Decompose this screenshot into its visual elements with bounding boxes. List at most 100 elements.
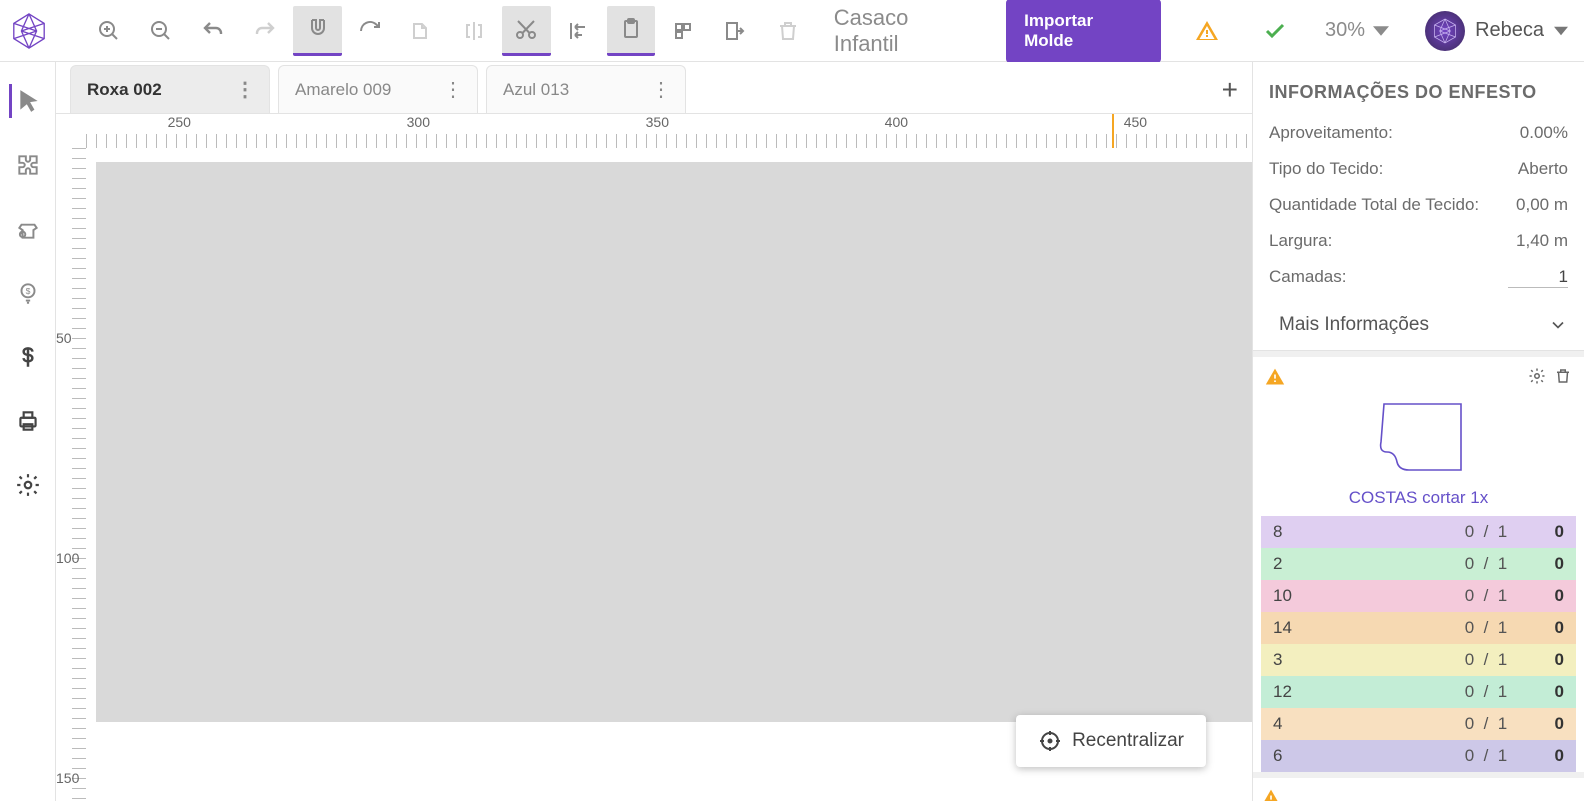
ruler-tick-label: 50	[56, 330, 72, 346]
info-label: Largura:	[1269, 231, 1332, 251]
size-table: 80 / 1020 / 10100 / 10140 / 1030 / 10120…	[1261, 516, 1576, 772]
canvas[interactable]: 250300350400450 50100150 Recentralizar	[56, 114, 1252, 801]
gear-icon[interactable]	[1528, 367, 1546, 390]
size-row[interactable]: 20 / 10	[1261, 548, 1576, 580]
select-tool-icon[interactable]	[9, 84, 43, 118]
add-tab-button[interactable]: +	[1222, 74, 1238, 106]
trash-icon[interactable]	[764, 6, 812, 56]
zoom-in-icon[interactable]	[84, 6, 132, 56]
more-info-label: Mais Informações	[1279, 314, 1429, 336]
size-count: 0	[1536, 740, 1576, 772]
info-panel: INFORMAÇÕES DO ENFESTO Aproveitamento: 0…	[1252, 62, 1584, 801]
target-icon	[1038, 729, 1062, 753]
warning-icon[interactable]	[1183, 6, 1231, 56]
size-progress: 0 / 1	[1436, 580, 1536, 612]
recenter-button[interactable]: Recentralizar	[1016, 715, 1206, 767]
piece-name: COSTAS cortar 1x	[1261, 482, 1576, 516]
info-qtd-tecido: Quantidade Total de Tecido: 0,00 m	[1253, 187, 1584, 223]
size-progress: 0 / 1	[1436, 516, 1536, 548]
panel-title: INFORMAÇÕES DO ENFESTO	[1253, 62, 1584, 115]
zoom-value: 30%	[1325, 19, 1365, 42]
align-left-icon[interactable]	[555, 6, 603, 56]
undo-icon[interactable]	[189, 6, 237, 56]
tab-azul-013[interactable]: Azul 013 ⋮	[486, 65, 686, 113]
size-count: 0	[1536, 548, 1576, 580]
piece-preview	[1261, 392, 1576, 482]
fold-icon[interactable]	[398, 6, 446, 56]
chevron-down-icon	[1373, 23, 1389, 39]
size-row[interactable]: 30 / 10	[1261, 644, 1576, 676]
user-menu[interactable]: Rebeca	[1425, 11, 1576, 51]
size-row[interactable]: 40 / 10	[1261, 708, 1576, 740]
print-icon[interactable]	[11, 404, 45, 438]
info-camadas: Camadas:	[1253, 259, 1584, 296]
left-sidebar: $	[0, 62, 56, 801]
redo-icon[interactable]	[241, 6, 289, 56]
export-icon[interactable]	[711, 6, 759, 56]
size-progress: 0 / 1	[1436, 740, 1536, 772]
info-value: Aberto	[1518, 159, 1568, 179]
tab-label: Azul 013	[503, 80, 569, 100]
zoom-dropdown[interactable]: 30%	[1325, 19, 1389, 42]
size-label: 8	[1261, 516, 1436, 548]
recenter-label: Recentralizar	[1072, 730, 1184, 752]
size-progress: 0 / 1	[1436, 548, 1536, 580]
size-row[interactable]: 60 / 10	[1261, 740, 1576, 772]
size-label: 2	[1261, 548, 1436, 580]
tab-menu-icon[interactable]: ⋮	[437, 77, 469, 102]
size-row[interactable]: 120 / 10	[1261, 676, 1576, 708]
size-label: 6	[1261, 740, 1436, 772]
size-row[interactable]: 100 / 10	[1261, 580, 1576, 612]
warning-icon	[1265, 367, 1285, 392]
main-area: Roxa 002⋮Amarelo 009⋮Azul 013⋮ + 2503003…	[56, 62, 1252, 801]
avatar	[1425, 11, 1465, 51]
info-value: 0.00%	[1520, 123, 1568, 143]
project-name: Casaco Infantil	[816, 5, 992, 57]
mirror-icon[interactable]	[450, 6, 498, 56]
ruler-tick-label: 150	[56, 770, 79, 786]
tab-roxa-002[interactable]: Roxa 002⋮	[70, 65, 270, 113]
trash-icon[interactable]	[1554, 367, 1572, 390]
import-mold-button[interactable]: Importar Molde	[1006, 0, 1160, 63]
info-tipo-tecido: Tipo do Tecido: Aberto	[1253, 151, 1584, 187]
check-icon[interactable]	[1251, 6, 1299, 56]
size-label: 12	[1261, 676, 1436, 708]
ruler-tick-label: 300	[407, 114, 430, 130]
ruler-horizontal: 250300350400450	[86, 114, 1252, 148]
app-logo[interactable]	[8, 9, 50, 53]
refresh-icon[interactable]	[346, 6, 394, 56]
size-row[interactable]: 80 / 10	[1261, 516, 1576, 548]
zoom-out-icon[interactable]	[137, 6, 185, 56]
top-toolbar: Casaco Infantil Importar Molde 30% Rebec…	[0, 0, 1584, 62]
ruler-tick-label: 450	[1124, 114, 1147, 130]
tab-bar: Roxa 002⋮Amarelo 009⋮ Azul 013 ⋮ +	[56, 62, 1252, 114]
size-row[interactable]: 140 / 10	[1261, 612, 1576, 644]
ruler-tick-label: 250	[168, 114, 191, 130]
cut-icon[interactable]	[502, 6, 550, 56]
gear-icon[interactable]	[11, 468, 45, 502]
info-largura: Largura: 1,40 m	[1253, 223, 1584, 259]
layers-input[interactable]	[1508, 267, 1568, 288]
more-info-toggle[interactable]: Mais Informações	[1253, 296, 1584, 351]
fabric-area[interactable]	[96, 162, 1252, 722]
info-value: 1,40 m	[1516, 231, 1568, 251]
size-label: 14	[1261, 612, 1436, 644]
clipboard-icon[interactable]	[607, 6, 655, 56]
dollar-icon[interactable]	[11, 340, 45, 374]
info-aproveitamento: Aproveitamento: 0.00%	[1253, 115, 1584, 151]
size-count: 0	[1536, 580, 1576, 612]
ruler-tick-label: 100	[56, 550, 79, 566]
size-progress: 0 / 1	[1436, 644, 1536, 676]
info-value: 0,00 m	[1516, 195, 1568, 215]
magnet-icon[interactable]	[293, 6, 341, 56]
tab-menu-icon[interactable]: ⋮	[645, 77, 677, 102]
idea-cost-icon[interactable]: $	[11, 276, 45, 310]
info-label: Quantidade Total de Tecido:	[1269, 195, 1479, 215]
tab-amarelo-009[interactable]: Amarelo 009⋮	[278, 65, 478, 113]
puzzle-icon[interactable]	[11, 148, 45, 182]
tab-menu-icon[interactable]: ⋮	[229, 77, 261, 102]
chevron-down-icon	[1554, 24, 1568, 38]
lock-shirt-icon[interactable]	[11, 212, 45, 246]
pieces-icon[interactable]	[659, 6, 707, 56]
warning-icon	[1261, 795, 1281, 801]
